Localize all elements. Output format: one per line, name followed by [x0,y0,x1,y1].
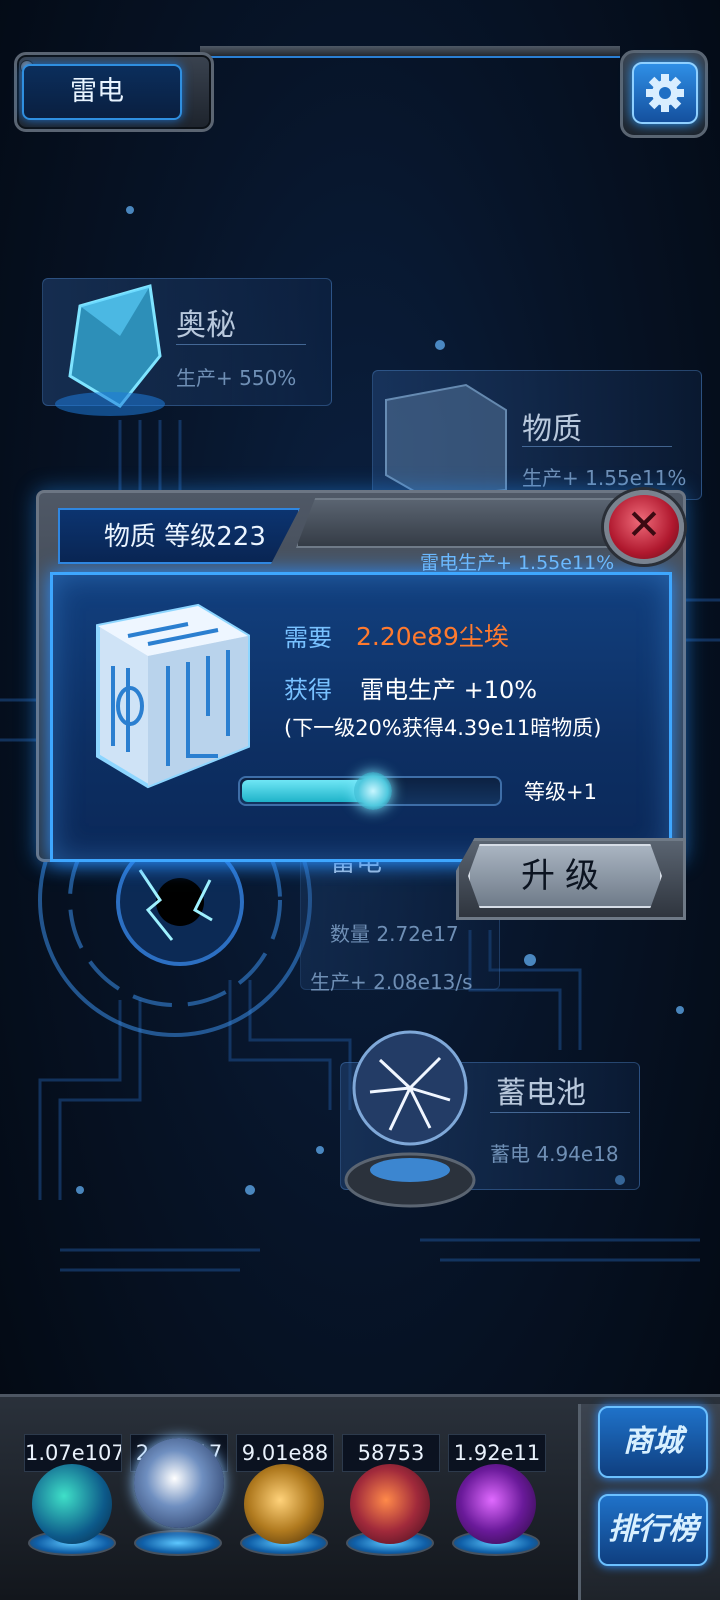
cost-label: 需要 [284,624,332,652]
node-stat-matter: 生产+ 1.55e11% [522,466,687,490]
node-name-battery: 蓄电池 [496,1076,586,1111]
crystal-icon [55,284,165,416]
top-rail [200,46,620,58]
dialog-rail [296,498,616,548]
resource-orb-plasma[interactable] [134,1438,224,1528]
close-icon: ✕ [626,500,662,549]
cost-value: 2.20e89尘埃 [356,622,509,651]
divider [522,446,672,447]
plasma-orb-icon [344,1030,476,1208]
page-title: 雷电 [70,76,124,107]
divider [490,1112,630,1113]
leaderboard-button[interactable]: 排行榜 [598,1494,708,1566]
gain-label: 获得 [284,676,332,704]
game-screen: 雷电 奥秘 生产+ 550% 物质 生产+ 1.55e11% 雷电 数量 2.7… [0,0,720,1600]
node-name-mystery: 奥秘 [176,308,236,343]
gear-icon [646,74,684,112]
next-level-note: (下一级20%获得4.39e11暗物质) [284,716,602,740]
cube-icon-small [385,383,507,500]
slider-handle[interactable] [354,772,392,810]
shop-button[interactable]: 商城 [598,1406,708,1478]
cube-icon [96,603,250,789]
node-stat-mystery: 生产+ 550% [176,366,297,390]
resource-orb-gold[interactable] [244,1464,324,1544]
node-stat-battery: 蓄电 4.94e18 [490,1142,619,1166]
settings-button[interactable] [632,62,698,124]
node-name-matter: 物质 [522,412,582,447]
gain-value: 雷电生产 +10% [360,676,538,704]
resource-orb-purple[interactable] [456,1464,536,1544]
dialog-subtitle: 雷电生产+ 1.55e11% [420,552,615,574]
node-quantity-thunder: 数量 2.72e17 [330,922,459,946]
node-stat-thunder: 生产+ 2.08e13/s [310,970,473,994]
divider [176,344,306,345]
orb-pedestal [134,1530,222,1556]
level-slider[interactable] [238,772,502,810]
dialog-title: 物质 等级223 [104,522,266,552]
resource-orb-green[interactable] [32,1464,112,1544]
resource-orb-red[interactable] [350,1464,430,1544]
upgrade-button[interactable]: 升级 [468,844,662,908]
level-increment-label: 等级+1 [524,780,597,804]
